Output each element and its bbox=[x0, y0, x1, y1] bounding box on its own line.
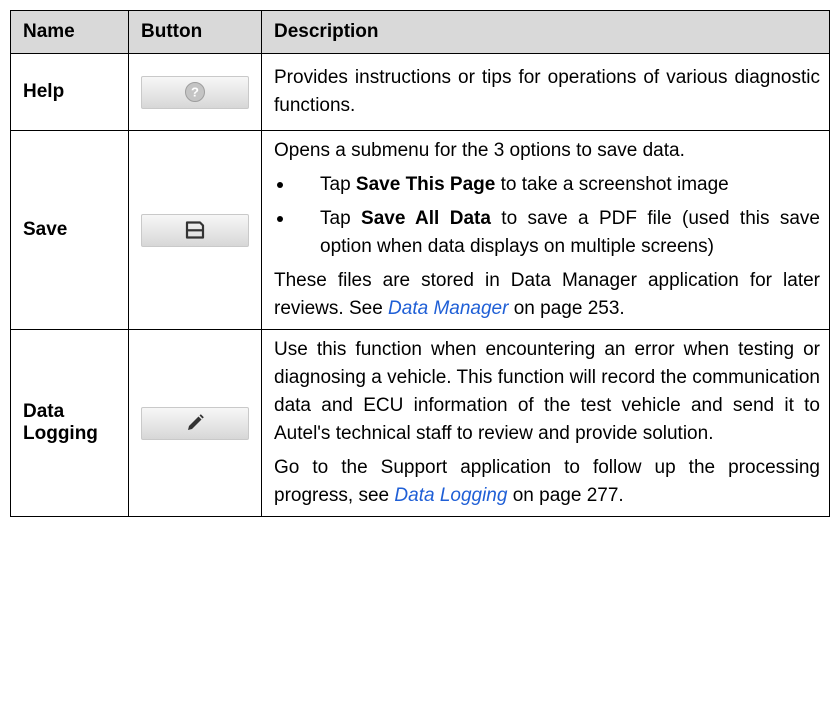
help-circle-icon: ? bbox=[185, 82, 205, 102]
list-item: Tap Save All Data to save a PDF file (us… bbox=[274, 205, 820, 261]
save-outro: These files are stored in Data Manager a… bbox=[274, 270, 820, 319]
save-options-list: Tap Save This Page to take a screenshot … bbox=[274, 171, 820, 261]
data-logging-description: Use this function when encountering an e… bbox=[274, 339, 820, 444]
save-this-page-label: Save This Page bbox=[355, 174, 496, 195]
data-logging-link[interactable]: Data Logging bbox=[394, 485, 507, 506]
save-all-data-label: Save All Data bbox=[361, 208, 491, 229]
header-button: Button bbox=[128, 10, 262, 54]
save-floppy-icon bbox=[185, 221, 205, 239]
table-row-help: Help ? Provides instructions or tips for… bbox=[10, 53, 830, 131]
help-name: Help bbox=[10, 53, 129, 131]
table-row-save: Save Opens a submenu for the 3 options t… bbox=[10, 130, 830, 330]
data-logging-button[interactable] bbox=[141, 406, 249, 440]
help-button[interactable]: ? bbox=[141, 75, 249, 109]
help-description: Provides instructions or tips for operat… bbox=[274, 67, 820, 116]
header-name: Name bbox=[10, 10, 129, 54]
svg-text:?: ? bbox=[191, 85, 199, 100]
pencil-icon bbox=[188, 414, 204, 430]
button-description-table: Name Button Description Help ? Provides … bbox=[10, 10, 830, 517]
list-item: Tap Save This Page to take a screenshot … bbox=[274, 171, 820, 199]
data-manager-link[interactable]: Data Manager bbox=[388, 298, 508, 319]
bullet-icon bbox=[277, 182, 283, 188]
header-description: Description bbox=[261, 10, 830, 54]
save-intro: Opens a submenu for the 3 options to sav… bbox=[274, 140, 685, 161]
data-logging-support: Go to the Support application to follow … bbox=[274, 457, 820, 506]
save-button[interactable] bbox=[141, 213, 249, 247]
data-logging-name: Data Logging bbox=[10, 329, 129, 517]
save-name: Save bbox=[10, 130, 129, 330]
table-row-data-logging: Data Logging Use this function when encou… bbox=[10, 329, 830, 517]
bullet-icon bbox=[277, 216, 283, 222]
table-header-row: Name Button Description bbox=[10, 10, 830, 54]
